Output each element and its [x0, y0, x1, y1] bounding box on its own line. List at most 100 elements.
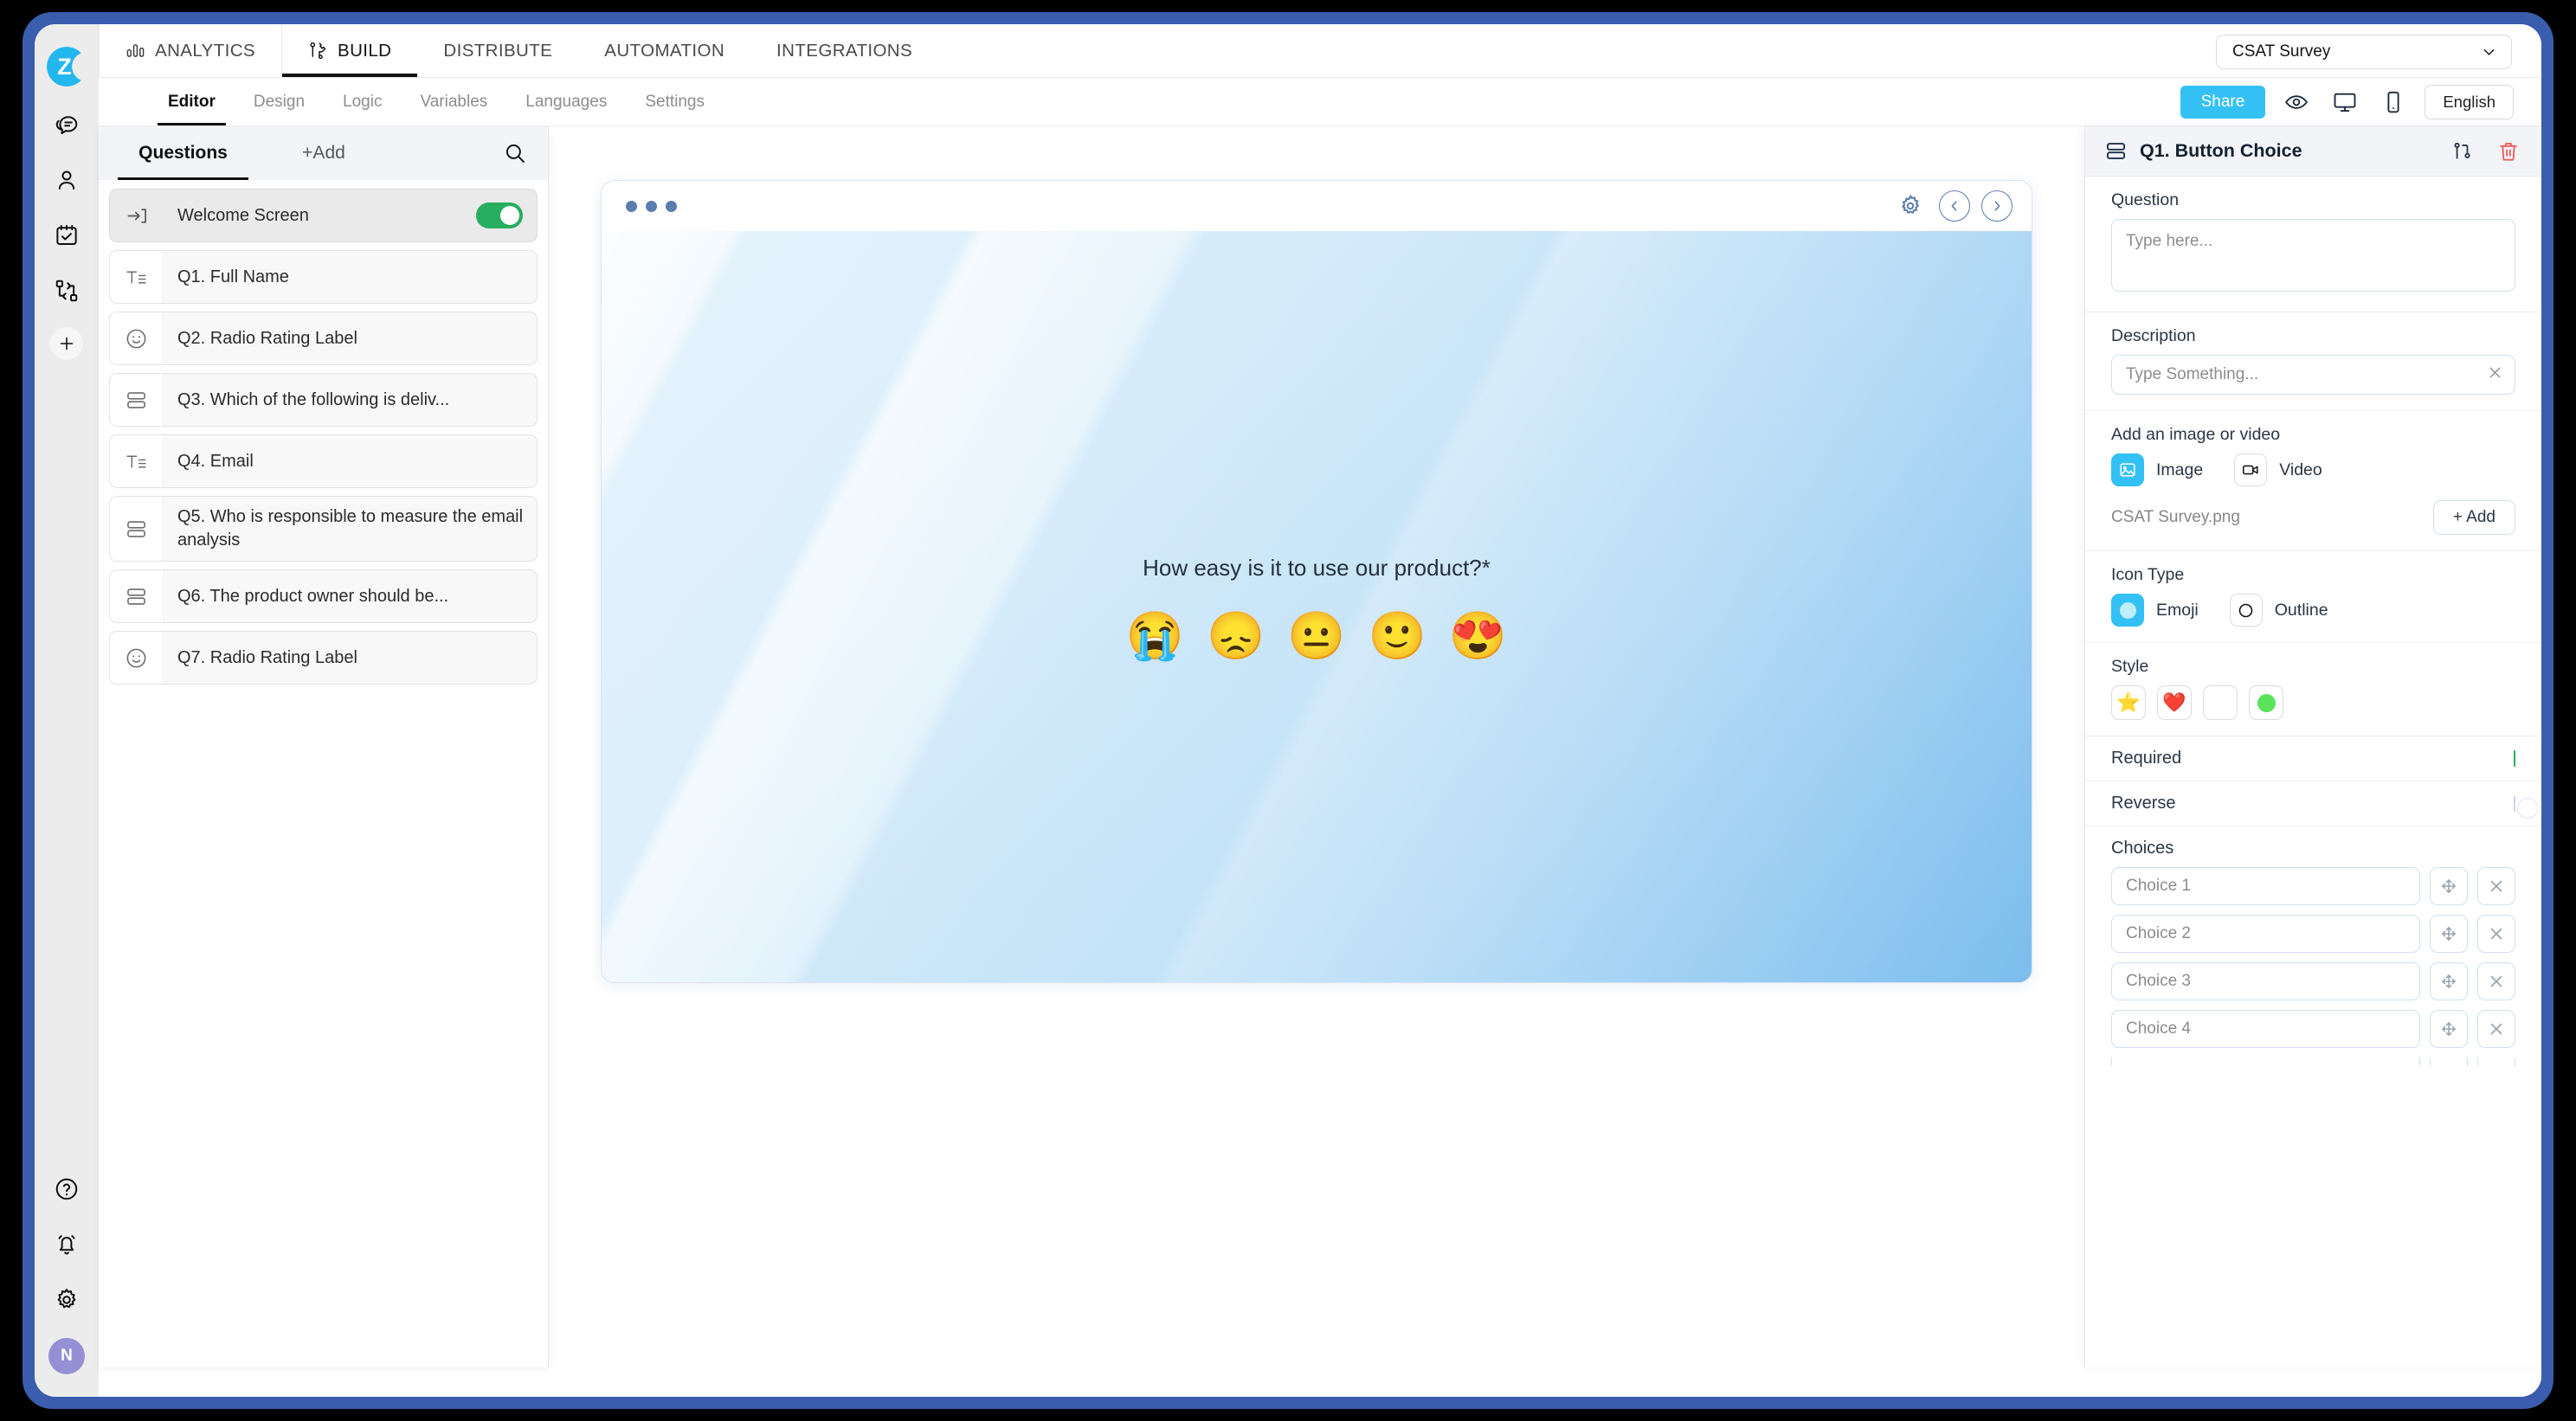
- delete-icon[interactable]: [2491, 134, 2526, 169]
- tab-design[interactable]: Design: [235, 78, 324, 125]
- tab-add-question[interactable]: +Add: [267, 126, 380, 180]
- settings-icon[interactable]: [49, 1283, 84, 1317]
- tools-icon: [308, 41, 328, 61]
- icon-type-option-outline[interactable]: [2229, 594, 2263, 627]
- logic-branch-icon[interactable]: [2444, 134, 2479, 169]
- smiley-icon: [110, 632, 164, 684]
- question-input[interactable]: [2111, 219, 2515, 292]
- properties-panel: Q1. Button Choice Question Type here... …: [2084, 126, 2541, 1367]
- language-button[interactable]: English: [2425, 85, 2514, 119]
- questions-list: Welcome Screen Q1. Full Name Q2. Radio R…: [99, 180, 548, 1367]
- drag-handle-icon[interactable]: [2430, 867, 2468, 905]
- emoji-option-5[interactable]: 😍: [1449, 613, 1507, 659]
- topnav-item-integrations[interactable]: INTEGRATIONS: [750, 24, 938, 77]
- topnav-item-automation[interactable]: AUTOMATION: [578, 24, 750, 77]
- preview-eye-icon[interactable]: [2279, 85, 2314, 119]
- topnav-item-build[interactable]: BUILD: [282, 24, 418, 77]
- description-input[interactable]: [2111, 355, 2515, 395]
- drag-handle-icon[interactable]: [2430, 1058, 2468, 1066]
- emoji-swatch-icon: [2119, 601, 2136, 619]
- choice-row: [2111, 915, 2515, 953]
- star-icon: ⭐: [2116, 691, 2141, 713]
- list-item-welcome-screen[interactable]: Welcome Screen: [109, 189, 538, 242]
- style-option-heart[interactable]: ❤️: [2157, 685, 2192, 720]
- media-option-image[interactable]: [2111, 453, 2144, 486]
- preview-next-button[interactable]: [1981, 190, 2012, 222]
- app-logo[interactable]: Z: [47, 47, 87, 87]
- list-item-q4[interactable]: Q4. Email: [109, 434, 538, 488]
- emoji-option-3[interactable]: 😐: [1287, 613, 1345, 659]
- topnav-label: ANALYTICS: [155, 40, 255, 61]
- emoji-option-2[interactable]: 😞: [1207, 613, 1265, 659]
- notifications-icon[interactable]: [49, 1227, 84, 1262]
- remove-choice-icon[interactable]: [2477, 1010, 2515, 1048]
- icon-type-option-emoji[interactable]: [2111, 594, 2144, 627]
- icon-type-emoji-label: Emoji: [2156, 600, 2199, 620]
- topnav-item-distribute[interactable]: DISTRIBUTE: [417, 24, 578, 77]
- search-icon[interactable]: [503, 126, 527, 180]
- logo-letter: Z: [57, 53, 72, 80]
- tab-questions[interactable]: Questions: [99, 126, 267, 180]
- list-item-q1[interactable]: Q1. Full Name: [109, 250, 538, 304]
- tab-languages[interactable]: Languages: [506, 78, 626, 125]
- tab-editor[interactable]: Editor: [149, 78, 235, 125]
- tab-logic[interactable]: Logic: [324, 78, 401, 125]
- drag-handle-icon[interactable]: [2430, 1010, 2468, 1048]
- preview-window-actions: [1893, 181, 2012, 231]
- preview-prev-button[interactable]: [1939, 190, 1970, 222]
- survey-select[interactable]: CSAT Survey: [2216, 35, 2512, 69]
- tasks-icon[interactable]: [49, 218, 84, 253]
- list-item-q6[interactable]: Q6. The product owner should be...: [109, 569, 538, 623]
- drag-handle-icon[interactable]: [2430, 962, 2468, 1000]
- avatar[interactable]: N: [48, 1338, 85, 1374]
- remove-choice-icon[interactable]: [2477, 867, 2515, 905]
- welcome-screen-toggle[interactable]: [476, 190, 537, 241]
- remove-choice-icon[interactable]: [2477, 915, 2515, 953]
- add-icon[interactable]: [50, 327, 83, 360]
- clear-description-icon[interactable]: [2487, 364, 2503, 381]
- style-option-blank[interactable]: [2203, 685, 2238, 720]
- left-icon-rail: Z N: [35, 24, 99, 1397]
- topnav-label: INTEGRATIONS: [776, 40, 913, 61]
- drag-handle-icon[interactable]: [2430, 915, 2468, 953]
- choice-input-2[interactable]: [2111, 915, 2420, 953]
- media-option-video[interactable]: [2234, 453, 2268, 486]
- choice-input-3[interactable]: [2111, 962, 2420, 1000]
- style-option-dot[interactable]: [2249, 685, 2283, 720]
- choice-input-1[interactable]: [2111, 867, 2420, 905]
- bar-chart-icon: [126, 41, 145, 61]
- desktop-preview-icon[interactable]: [2328, 85, 2362, 119]
- topnav-item-analytics[interactable]: ANALYTICS: [99, 24, 282, 77]
- preview-settings-gear-icon[interactable]: [1893, 189, 1928, 223]
- tab-settings[interactable]: Settings: [626, 78, 724, 125]
- list-item-q5[interactable]: Q5. Who is responsible to measure the em…: [109, 496, 538, 562]
- workflow-icon[interactable]: [49, 273, 84, 308]
- contacts-icon[interactable]: [49, 163, 84, 197]
- emoji-option-1[interactable]: 😭: [1126, 613, 1184, 659]
- choice-input-5[interactable]: [2111, 1058, 2420, 1066]
- choice-input-4[interactable]: [2111, 1010, 2420, 1048]
- list-item-q3[interactable]: Q3. Which of the following is deliv...: [109, 373, 538, 427]
- reverse-toggle[interactable]: [2514, 794, 2515, 812]
- help-icon[interactable]: [49, 1172, 84, 1206]
- list-item-label: Q1. Full Name: [177, 267, 289, 286]
- share-button[interactable]: Share: [2180, 86, 2266, 119]
- top-navigation: ANALYTICS BUILD DISTRIBUTE AUTOMATION IN…: [99, 24, 2541, 78]
- choices-section: Choices: [2085, 826, 2541, 1066]
- add-media-button[interactable]: + Add: [2432, 500, 2515, 535]
- chat-icon[interactable]: [49, 107, 84, 142]
- style-option-star[interactable]: ⭐: [2111, 685, 2146, 720]
- required-toggle[interactable]: [2514, 749, 2515, 767]
- list-item-q2[interactable]: Q2. Radio Rating Label: [109, 312, 538, 365]
- mobile-preview-icon[interactable]: [2376, 85, 2411, 119]
- remove-choice-icon[interactable]: [2477, 1058, 2515, 1066]
- smiley-icon: [110, 312, 164, 364]
- remove-choice-icon[interactable]: [2477, 962, 2515, 1000]
- tab-label: Editor: [168, 92, 216, 111]
- icon-type-label: Icon Type: [2111, 565, 2185, 584]
- choice-icon: [2104, 139, 2128, 163]
- emoji-option-4[interactable]: 🙂: [1368, 613, 1426, 659]
- tab-label: Settings: [645, 92, 705, 111]
- tab-variables[interactable]: Variables: [401, 78, 506, 125]
- list-item-q7[interactable]: Q7. Radio Rating Label: [109, 631, 538, 685]
